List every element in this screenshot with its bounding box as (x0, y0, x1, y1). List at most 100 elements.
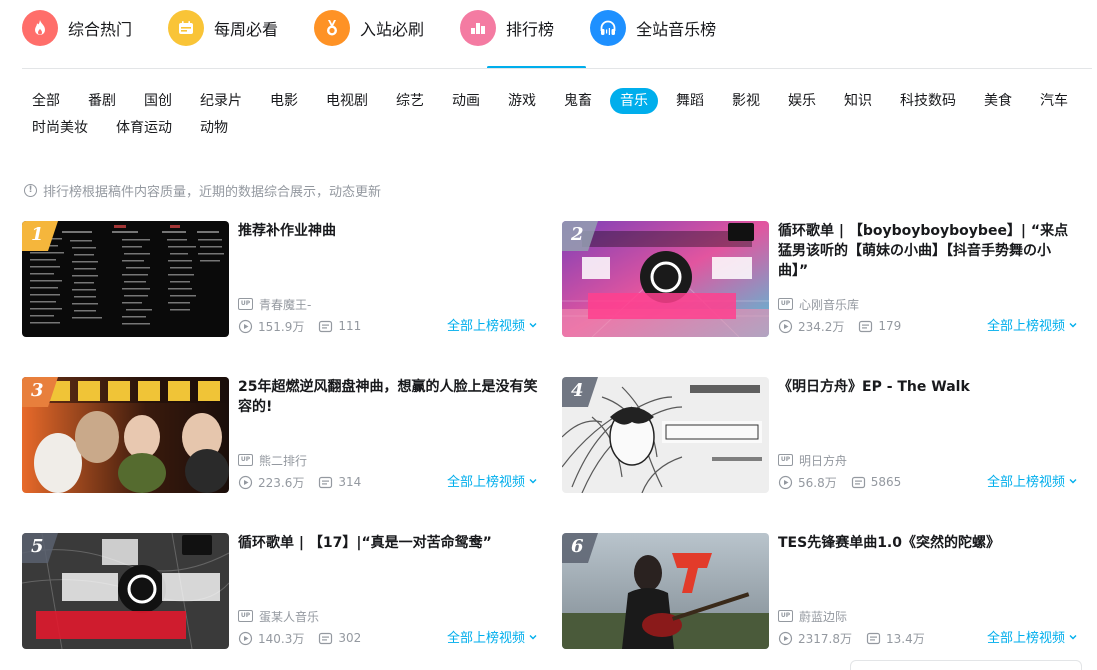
up-icon: UP (238, 610, 253, 622)
nav-item-hot[interactable]: 综合热门 (22, 8, 132, 48)
rank-number: 1 (31, 224, 44, 245)
rank-bars-icon (460, 10, 497, 46)
category-tag[interactable]: 番剧 (78, 88, 126, 114)
category-tag[interactable]: 动画 (442, 88, 490, 114)
nav-label: 入站必刷 (360, 20, 425, 39)
rank-card: 1 推荐补作业神曲 UP 青春魔王- 151.9万 111 全部上榜视频 (22, 221, 542, 339)
video-title[interactable]: 循环歌单 | 【boyboyboyboybee】| “来点猛男该听的【萌妹の小曲… (778, 221, 1078, 281)
all-ranked-videos-link[interactable]: 全部上榜视频 (987, 471, 1078, 490)
category-tag[interactable]: 知识 (834, 88, 882, 114)
category-tag[interactable]: 舞蹈 (666, 88, 714, 114)
up-icon: UP (778, 454, 793, 466)
uploader-row[interactable]: UP 蛋某人音乐 (238, 607, 538, 625)
danmaku-count-value: 111 (338, 319, 362, 333)
rank-badge: 4 (562, 377, 598, 407)
rank-number: 3 (31, 380, 44, 401)
category-tag[interactable]: 电视剧 (316, 88, 378, 114)
chevron-down-icon (1069, 634, 1077, 639)
video-thumbnail[interactable]: 5 (22, 533, 229, 649)
rank-card: 3 25年超燃逆风翻盘神曲，想赢的人脸上是没有笑容的! UP 熊二排行 223.… (22, 377, 542, 495)
uploader-row[interactable]: UP 青春魔王- (238, 295, 538, 313)
video-thumbnail[interactable]: 3 (22, 377, 229, 493)
video-meta: UP 熊二排行 223.6万 314 全部上榜视频 (238, 451, 538, 491)
link-label: 全部上榜视频 (986, 319, 1065, 334)
link-label: 全部上榜视频 (446, 631, 525, 646)
chevron-down-icon (529, 634, 537, 639)
rank-badge: 3 (22, 377, 58, 407)
danmaku-count-value: 314 (338, 475, 362, 489)
nav-item-must-watch[interactable]: 入站必刷 (314, 8, 424, 48)
category-tag[interactable]: 影视 (722, 88, 770, 114)
medal-icon (314, 10, 351, 46)
nav-item-ranking[interactable]: 排行榜 (460, 8, 554, 48)
video-thumbnail[interactable]: 2 (562, 221, 769, 337)
category-tag[interactable]: 国创 (134, 88, 182, 114)
all-ranked-videos-link[interactable]: 全部上榜视频 (447, 315, 538, 334)
card-info: 循环歌单 | 【17】|“真是一对苦命鸳鸯” UP 蛋某人音乐 140.3万 3… (238, 533, 538, 649)
category-tag[interactable]: 鬼畜 (554, 88, 602, 114)
rank-card: 2 循环歌单 | 【boyboyboyboybee】| “来点猛男该听的【萌妹の… (562, 221, 1082, 339)
fire-icon (22, 10, 58, 46)
video-thumbnail[interactable]: 4 (562, 377, 769, 493)
uploader-row[interactable]: UP 明日方舟 (778, 451, 1078, 469)
danmaku-count-value: 302 (338, 631, 362, 645)
category-tag[interactable]: 娱乐 (778, 88, 826, 114)
uploader-row[interactable]: UP 心刚音乐库 (778, 295, 1078, 313)
nav-item-weekly[interactable]: 每周必看 (168, 8, 278, 48)
danmaku-count: 5865 (851, 475, 901, 490)
category-tag[interactable]: 科技数码 (890, 88, 966, 114)
danmaku-count: 111 (318, 319, 361, 334)
link-label: 全部上榜视频 (446, 319, 525, 334)
notice-text: 排行榜根据稿件内容质量，近期的数据综合展示，动态更新 (43, 185, 382, 200)
danmaku-icon (859, 320, 873, 332)
uploader-name: 青春魔王- (259, 297, 312, 312)
up-icon: UP (238, 454, 253, 466)
danmaku-icon (319, 476, 333, 488)
play-count: 151.9万 (238, 318, 304, 335)
category-tag[interactable]: 时尚美妆 (22, 115, 98, 141)
video-title[interactable]: 循环歌单 | 【17】|“真是一对苦命鸳鸯” (238, 533, 538, 553)
rank-badge: 2 (562, 221, 598, 251)
all-ranked-videos-link[interactable]: 全部上榜视频 (987, 627, 1078, 646)
category-tag[interactable]: 美食 (974, 88, 1022, 114)
card-info: 25年超燃逆风翻盘神曲，想赢的人脸上是没有笑容的! UP 熊二排行 223.6万… (238, 377, 538, 493)
play-icon (238, 631, 253, 645)
play-count: 140.3万 (238, 630, 304, 647)
nav-item-music-chart[interactable]: 全站音乐榜 (590, 8, 716, 48)
uploader-row[interactable]: UP 蔚蓝边际 (778, 607, 1078, 625)
uploader-name: 熊二排行 (259, 453, 308, 468)
video-title[interactable]: TES先锋赛单曲1.0《突然的陀螺》 (778, 533, 1078, 553)
category-tag[interactable]: 体育运动 (106, 115, 182, 141)
up-icon: UP (778, 610, 793, 622)
chevron-down-icon (1069, 322, 1077, 327)
video-thumbnail[interactable]: 6 (562, 533, 769, 649)
uploader-row[interactable]: UP 熊二排行 (238, 451, 538, 469)
category-tag[interactable]: 汽车 (1030, 88, 1078, 114)
play-icon (778, 319, 793, 333)
ranking-notice: ! 排行榜根据稿件内容质量，近期的数据综合展示，动态更新 (24, 181, 381, 200)
rank-card: 6 TES先锋赛单曲1.0《突然的陀螺》 UP 蔚蓝边际 2317.8万 13.… (562, 533, 1082, 651)
category-tag[interactable]: 电影 (260, 88, 308, 114)
category-tag[interactable]: 纪录片 (190, 88, 252, 114)
video-meta: UP 心刚音乐库 234.2万 179 全部上榜视频 (778, 295, 1078, 335)
video-meta: UP 青春魔王- 151.9万 111 全部上榜视频 (238, 295, 538, 335)
category-tag[interactable]: 综艺 (386, 88, 434, 114)
all-ranked-videos-link[interactable]: 全部上榜视频 (447, 471, 538, 490)
play-count: 223.6万 (238, 474, 304, 491)
category-tag[interactable]: 游戏 (498, 88, 546, 114)
play-count-value: 56.8万 (798, 475, 837, 490)
headphones-icon (590, 10, 627, 46)
category-tag[interactable]: 动物 (190, 115, 238, 141)
category-tag[interactable]: 音乐 (610, 88, 658, 114)
all-ranked-videos-link[interactable]: 全部上榜视频 (987, 315, 1078, 334)
video-thumbnail[interactable]: 1 (22, 221, 229, 337)
video-title[interactable]: 25年超燃逆风翻盘神曲，想赢的人脸上是没有笑容的! (238, 377, 538, 417)
calendar-icon (168, 10, 205, 46)
category-tag[interactable]: 全部 (22, 88, 70, 114)
all-ranked-videos-link[interactable]: 全部上榜视频 (447, 627, 538, 646)
nav-label: 全站音乐榜 (636, 20, 717, 39)
video-title[interactable]: 《明日方舟》EP - The Walk (778, 377, 1078, 397)
video-title[interactable]: 推荐补作业神曲 (238, 221, 538, 241)
rank-number: 4 (571, 380, 584, 401)
video-meta: UP 明日方舟 56.8万 5865 全部上榜视频 (778, 451, 1078, 491)
